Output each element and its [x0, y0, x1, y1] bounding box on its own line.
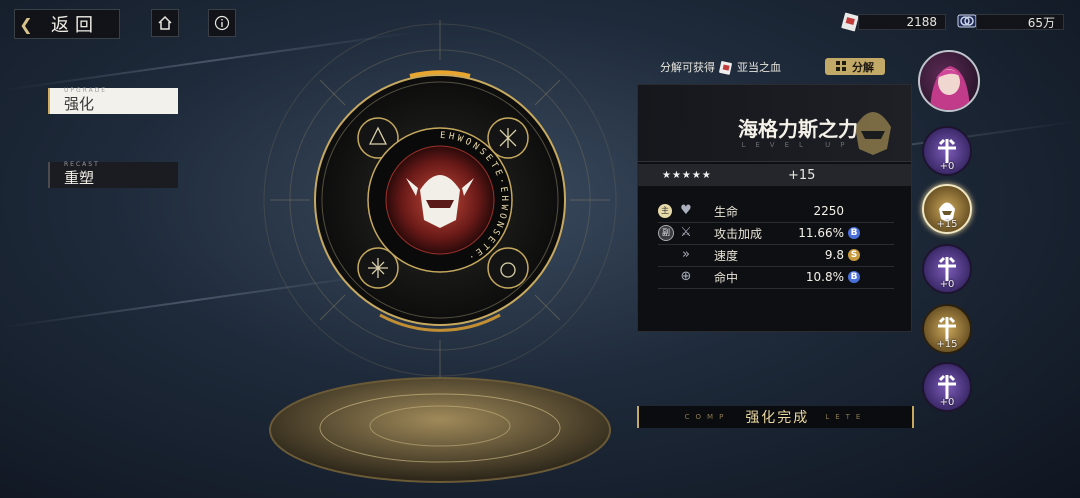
- grade-badge: S: [848, 249, 860, 261]
- coin-stack-icon: [957, 14, 977, 28]
- stat-name: 命中: [714, 270, 739, 285]
- stat-name: 生命: [714, 204, 739, 219]
- stat-row: » 速度 9.8 S: [658, 244, 894, 267]
- stat-row: ⊕ 命中 10.8% B: [658, 266, 894, 289]
- stat-name: 攻击加成: [714, 226, 763, 241]
- tab-recast-label: 重塑: [64, 169, 95, 187]
- grade-badge: B: [848, 271, 860, 283]
- stat-value: 10.8%: [805, 270, 844, 284]
- decompose-item: 亚当之血: [737, 61, 781, 74]
- complete-left-text: COMP: [684, 413, 730, 421]
- upgrade-wheel: EHWONSETE·EHWONSETE·: [263, 20, 617, 483]
- rune-node: [487, 247, 529, 289]
- item-level: +15: [788, 167, 816, 183]
- heart-icon: ♥: [680, 203, 692, 218]
- level-row: ★★★★★ +15: [638, 164, 911, 186]
- currency-card-amount: 2188: [858, 14, 946, 30]
- slot-level: +0: [939, 397, 955, 408]
- complete-text: 强化完成: [745, 410, 810, 426]
- item-subtitle: LEVEL UP: [741, 141, 855, 149]
- decompose-button-label: 分解: [852, 60, 874, 74]
- info-button[interactable]: [208, 9, 236, 37]
- target-icon: ⊕: [680, 269, 692, 284]
- grid-icon: [836, 61, 846, 71]
- adam-blood-icon: [719, 61, 732, 75]
- back-label: 返回: [51, 15, 99, 36]
- upgrade-complete-banner: COMP 强化完成 LETE: [637, 406, 914, 428]
- stat-name: 速度: [714, 248, 739, 263]
- info-icon: [214, 15, 230, 31]
- decompose-prefix: 分解可获得: [660, 61, 715, 74]
- tab-upgrade[interactable]: UPGRADE 强化: [48, 87, 178, 114]
- equipment-panel: 海格力斯之力 LEVEL UP ★★★★★ +15 主 ♥ 生命 2250 副 …: [637, 84, 912, 332]
- slot-level: +15: [936, 339, 958, 350]
- slot-level: +0: [939, 161, 955, 172]
- tab-recast[interactable]: RECAST 重塑: [48, 161, 178, 188]
- decompose-button[interactable]: 分解: [825, 58, 885, 75]
- sub-stat-badge: 副: [658, 225, 674, 241]
- stat-value: 2250: [813, 204, 844, 218]
- chevron-left-icon: ❮: [19, 14, 33, 34]
- currency-coin-amount: 65万: [976, 14, 1064, 30]
- slot-level: +0: [939, 279, 955, 290]
- grade-badge: B: [848, 227, 860, 239]
- equipment-slot[interactable]: +0: [922, 244, 972, 294]
- home-icon: [158, 15, 172, 30]
- slot-level: +15: [936, 219, 958, 230]
- character-avatar[interactable]: [918, 50, 980, 112]
- character-portrait-icon: [930, 66, 970, 110]
- tab-upgrade-label: 强化: [64, 95, 95, 113]
- decompose-info: 分解可获得 亚当之血: [660, 59, 781, 75]
- home-button[interactable]: [151, 9, 179, 37]
- stat-value: 11.66%: [798, 226, 844, 240]
- panel-header: 海格力斯之力 LEVEL UP: [638, 85, 911, 162]
- main-stat-badge: 主: [658, 204, 672, 218]
- stat-value: 9.8: [824, 248, 844, 262]
- equipment-slot[interactable]: +0: [922, 126, 972, 176]
- equipment-slot-selected[interactable]: +15: [922, 184, 972, 234]
- equipment-slot[interactable]: +0: [922, 362, 972, 412]
- back-button[interactable]: ❮ 返回: [14, 9, 120, 39]
- stat-row: 主 ♥ 生命 2250: [658, 200, 894, 223]
- equipment-slot[interactable]: +15: [922, 304, 972, 354]
- attack-icon: ⚔: [680, 225, 692, 240]
- complete-right-text: LETE: [825, 413, 867, 421]
- item-name: 海格力斯之力: [738, 117, 858, 141]
- star-rating: ★★★★★: [662, 169, 712, 181]
- stat-row: 副 ⚔ 攻击加成 11.66% B: [658, 222, 894, 245]
- speed-icon: »: [682, 247, 690, 262]
